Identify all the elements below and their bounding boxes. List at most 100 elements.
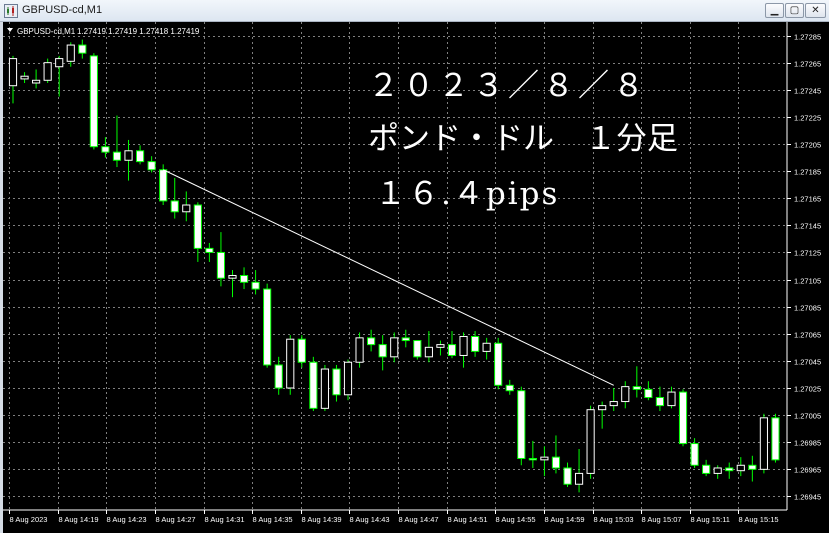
candle[interactable] (297, 335, 306, 368)
y-tick-label: 1.27285 (794, 33, 821, 42)
candle[interactable] (124, 139, 133, 181)
metatrader-app-icon (4, 4, 18, 18)
candle[interactable] (332, 364, 341, 402)
y-tick-label: 1.27145 (794, 222, 821, 231)
candle[interactable] (263, 283, 272, 368)
candle[interactable] (101, 137, 110, 158)
window-title: GBPUSD-cd,M1 (22, 4, 103, 16)
y-tick-label: 1.26965 (794, 466, 821, 475)
candle[interactable] (320, 364, 329, 412)
candle[interactable] (528, 440, 537, 468)
minimize-button[interactable]: ▁ (765, 3, 784, 18)
candle-body-bear (413, 340, 422, 358)
candle[interactable] (413, 340, 422, 360)
candle-body-bear (135, 150, 145, 163)
candle[interactable] (8, 55, 18, 104)
x-tick-label: 8 Aug 2023 (10, 515, 48, 524)
candle[interactable] (20, 72, 29, 83)
candle[interactable] (274, 356, 283, 395)
candle-body-bear (239, 274, 249, 283)
candle[interactable] (621, 381, 630, 409)
candle[interactable] (644, 381, 653, 401)
candle[interactable] (725, 462, 734, 479)
candle[interactable] (494, 337, 503, 390)
candle[interactable] (690, 438, 699, 468)
candle[interactable] (89, 53, 98, 150)
candle-body-bull (32, 79, 41, 84)
candle[interactable] (182, 191, 191, 222)
candle[interactable] (574, 449, 584, 493)
candle[interactable] (390, 332, 399, 363)
candle[interactable] (78, 39, 87, 59)
candle-body-bear (678, 391, 688, 445)
candle[interactable] (748, 455, 757, 482)
candle[interactable] (343, 359, 353, 401)
candle[interactable] (482, 337, 491, 360)
candle[interactable] (367, 329, 376, 352)
candle[interactable] (228, 270, 237, 298)
candlestick-chart[interactable]: 1.27285 1.27265 1.27245 1.27225 1.27205 1.271… (3, 22, 829, 533)
candle[interactable] (424, 331, 433, 363)
candle[interactable] (517, 386, 526, 466)
candle[interactable] (667, 386, 676, 409)
candle[interactable] (205, 242, 214, 262)
candle-body-bull (436, 344, 445, 348)
chart-area[interactable]: 1.27285 1.27265 1.27245 1.27225 1.27205 1.271… (3, 22, 829, 533)
candle[interactable] (355, 332, 364, 368)
candle[interactable] (551, 435, 561, 474)
candle[interactable] (505, 379, 514, 395)
candle[interactable] (436, 340, 445, 356)
candle-body-bear (251, 281, 260, 290)
candle[interactable] (678, 389, 688, 447)
candle[interactable] (563, 462, 572, 487)
candle-body-bull (482, 342, 491, 352)
candle[interactable] (609, 388, 618, 412)
y-tick-label: 1.26945 (794, 493, 821, 502)
candle[interactable] (55, 55, 64, 97)
candle[interactable] (32, 69, 41, 89)
candle[interactable] (540, 446, 549, 477)
candle[interactable] (702, 459, 711, 477)
candle[interactable] (771, 413, 780, 463)
candle[interactable] (759, 413, 768, 474)
candle-body-bear (447, 344, 457, 356)
candle[interactable] (135, 145, 145, 165)
candle-body-bear (332, 368, 341, 396)
candle[interactable] (632, 366, 641, 398)
y-tick-label: 1.27165 (794, 195, 821, 204)
candle[interactable] (251, 270, 260, 295)
candle-body-bull (459, 335, 468, 356)
candle-body-bull (540, 456, 549, 461)
candle[interactable] (309, 356, 318, 412)
chart-menu-arrow-icon[interactable] (7, 28, 13, 32)
candle[interactable] (713, 465, 722, 479)
x-tick-label: 8 Aug 15:11 (691, 515, 730, 524)
candle[interactable] (655, 386, 665, 412)
candle[interactable] (447, 331, 457, 359)
candle[interactable] (147, 156, 156, 173)
candle[interactable] (112, 115, 122, 168)
candle[interactable] (586, 405, 595, 479)
candle[interactable] (216, 232, 226, 287)
candle[interactable] (239, 267, 249, 290)
candle-body-bear (112, 151, 122, 161)
candle[interactable] (378, 335, 387, 371)
candle[interactable] (401, 329, 410, 348)
candle[interactable] (459, 332, 468, 368)
maximize-button[interactable]: ▢ (785, 3, 804, 18)
candle[interactable] (471, 331, 480, 357)
candle[interactable] (193, 202, 202, 262)
candle-body-bull (586, 409, 595, 474)
close-button[interactable]: ✕ (805, 3, 826, 18)
x-tick-label: 8 Aug 15:15 (739, 515, 779, 524)
candle[interactable] (43, 58, 52, 83)
candle-body-bear (655, 396, 665, 407)
candle-body-bull (713, 467, 722, 474)
candle-body-bull (736, 464, 745, 472)
candle[interactable] (170, 177, 179, 219)
x-tick-label: 8 Aug 15:07 (642, 515, 682, 524)
candle[interactable] (286, 335, 295, 395)
x-tick-label: 8 Aug 14:51 (448, 515, 488, 524)
candle-body-bull (20, 75, 29, 80)
candle-body-bear (378, 344, 387, 358)
